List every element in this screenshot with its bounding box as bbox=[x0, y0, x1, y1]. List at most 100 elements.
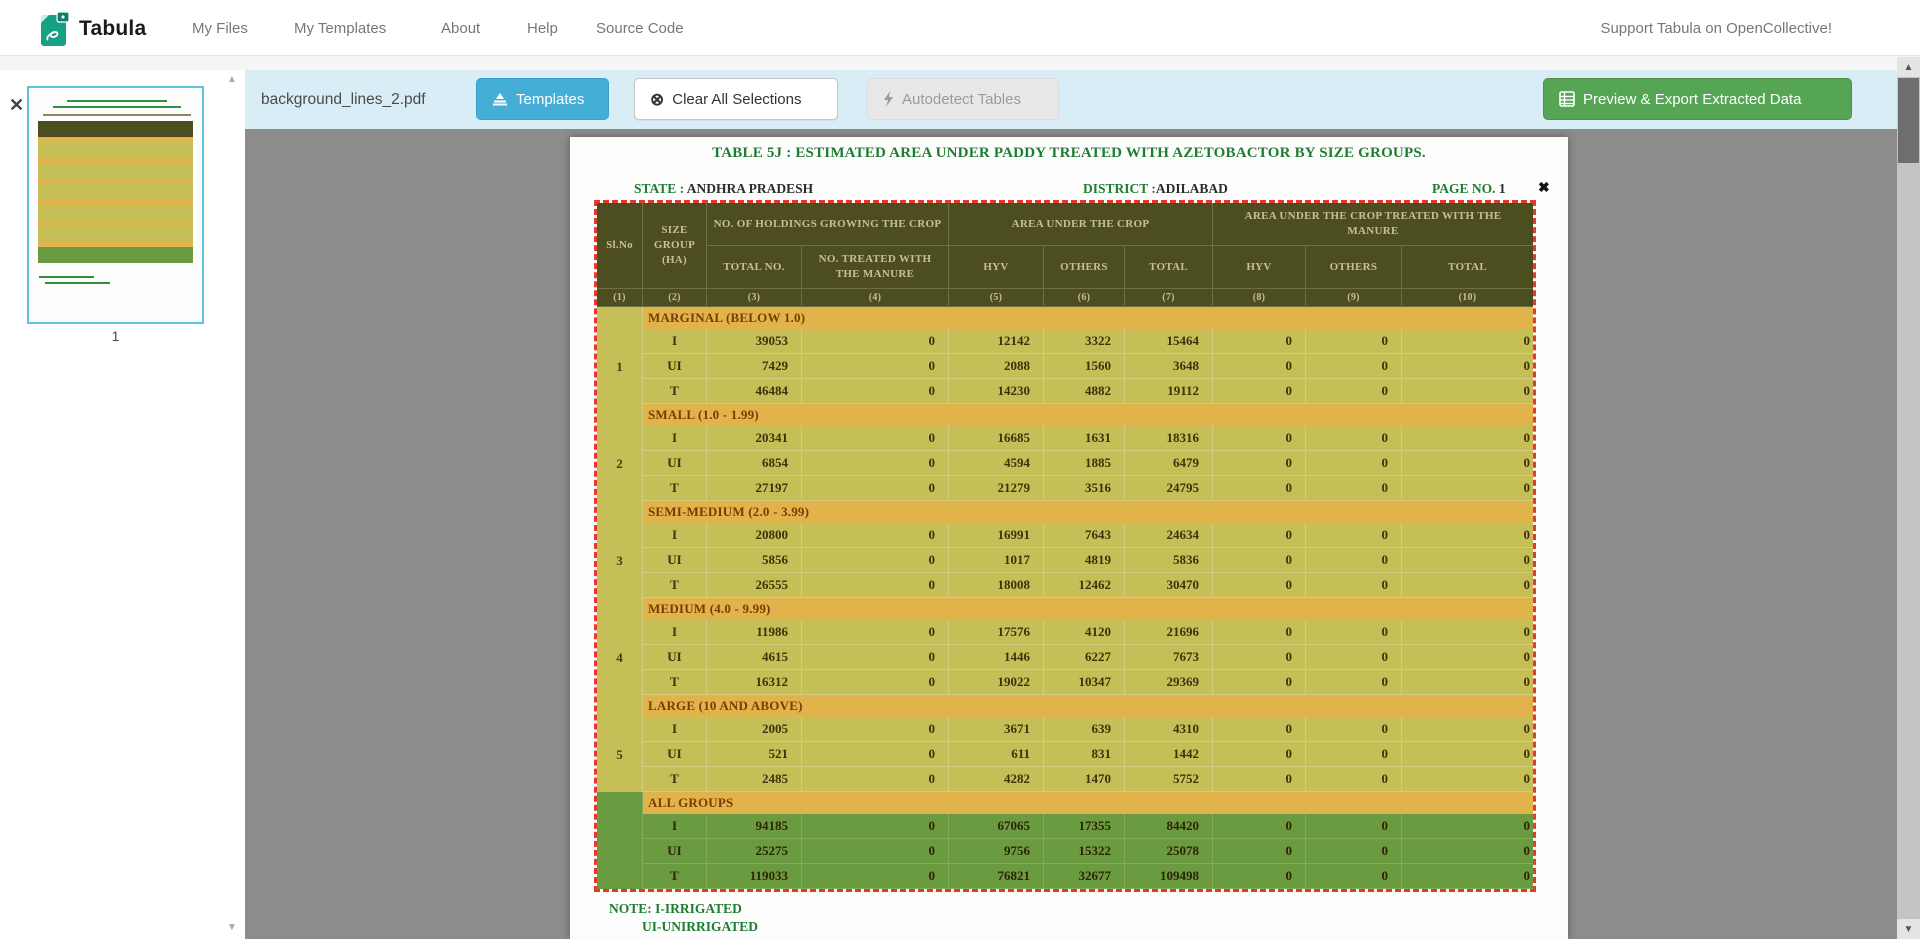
value-cell: 0 bbox=[1402, 354, 1533, 379]
value-cell: 0 bbox=[1402, 839, 1533, 864]
support-link[interactable]: Support Tabula on OpenCollective! bbox=[1600, 0, 1832, 56]
group-band: MEDIUM (4.0 - 9.99) bbox=[643, 598, 1533, 620]
value-cell: 0 bbox=[1213, 354, 1306, 379]
col-header-holdings: NO. OF HOLDINGS GROWING THE CROP bbox=[707, 203, 949, 246]
templates-button[interactable]: Templates bbox=[476, 78, 609, 120]
table-header: Sl.No SIZE GROUP (HA) NO. OF HOLDINGS GR… bbox=[597, 203, 1533, 307]
value-cell: 29369 bbox=[1125, 670, 1213, 695]
value-cell: 12142 bbox=[949, 329, 1044, 354]
value-cell: 521 bbox=[707, 742, 802, 767]
value-cell: 0 bbox=[1213, 839, 1306, 864]
col-number-5: (5) bbox=[949, 289, 1044, 307]
filename-label: background_lines_2.pdf bbox=[261, 70, 426, 129]
nav-item-help[interactable]: Help bbox=[527, 0, 558, 56]
nav-item-about[interactable]: About bbox=[441, 0, 480, 56]
group-band: SMALL (1.0 - 1.99) bbox=[643, 404, 1533, 426]
value-cell: 0 bbox=[802, 670, 949, 695]
value-cell: 0 bbox=[1306, 573, 1402, 598]
clear-all-selections-button[interactable]: ⊗ Clear All Selections bbox=[634, 78, 838, 120]
value-cell: 26555 bbox=[707, 573, 802, 598]
value-cell: 0 bbox=[802, 767, 949, 792]
sub-header-total-2: TOTAL bbox=[1402, 246, 1533, 289]
table-list-icon bbox=[1559, 91, 1575, 107]
templates-icon bbox=[492, 91, 508, 107]
thumb-meta-line bbox=[43, 114, 191, 116]
row-label-cell: UI bbox=[643, 742, 707, 767]
row-label-cell: I bbox=[643, 814, 707, 839]
page-thumbnail[interactable] bbox=[27, 86, 204, 324]
state-line: STATE : ANDHRA PRADESH bbox=[634, 181, 813, 197]
clear-button-label: Clear All Selections bbox=[672, 91, 801, 108]
pdf-viewport: TABLE 5J : ESTIMATED AREA UNDER PADDY TR… bbox=[245, 129, 1920, 939]
value-cell: 0 bbox=[1306, 620, 1402, 645]
value-cell: 19022 bbox=[949, 670, 1044, 695]
data-table: Sl.No SIZE GROUP (HA) NO. OF HOLDINGS GR… bbox=[597, 203, 1533, 889]
nav-item-source-code[interactable]: Source Code bbox=[596, 0, 684, 56]
value-cell: 0 bbox=[1306, 814, 1402, 839]
value-cell: 0 bbox=[1306, 354, 1402, 379]
value-cell: 0 bbox=[1213, 476, 1306, 501]
main-scrollbar[interactable]: ▲ ▼ bbox=[1897, 57, 1920, 939]
brand[interactable]: Tabula bbox=[40, 9, 146, 49]
band-corner-cell bbox=[597, 404, 643, 426]
sidebar-scroll-up-icon[interactable]: ▲ bbox=[227, 74, 237, 85]
col-header-area: AREA UNDER THE CROP bbox=[949, 203, 1213, 246]
value-cell: 0 bbox=[1213, 814, 1306, 839]
value-cell: 0 bbox=[1213, 379, 1306, 404]
tabula-logo-icon bbox=[40, 11, 70, 47]
value-cell: 0 bbox=[1402, 379, 1533, 404]
value-cell: 0 bbox=[1402, 426, 1533, 451]
value-cell: 0 bbox=[1213, 645, 1306, 670]
sub-header-others-2: OTHERS bbox=[1306, 246, 1402, 289]
band-corner-cell bbox=[597, 792, 643, 814]
value-cell: 0 bbox=[1402, 620, 1533, 645]
group-band: SEMI-MEDIUM (2.0 - 3.99) bbox=[643, 501, 1533, 523]
value-cell: 0 bbox=[1306, 329, 1402, 354]
col-number-1: (1) bbox=[597, 289, 643, 307]
value-cell: 16685 bbox=[949, 426, 1044, 451]
autodetect-button-label: Autodetect Tables bbox=[902, 91, 1021, 108]
value-cell: 0 bbox=[802, 645, 949, 670]
col-number-4: (4) bbox=[802, 289, 949, 307]
sub-header-hyv-1: HYV bbox=[949, 246, 1044, 289]
table-body: MARGINAL (BELOW 1.0)1I390530121423322154… bbox=[597, 307, 1533, 889]
nav-item-my-files[interactable]: My Files bbox=[192, 0, 248, 56]
pageno-value: 1 bbox=[1499, 181, 1506, 196]
value-cell: 5752 bbox=[1125, 767, 1213, 792]
nav-item-my-templates[interactable]: My Templates bbox=[294, 0, 386, 56]
value-cell: 0 bbox=[1402, 476, 1533, 501]
value-cell: 0 bbox=[1213, 767, 1306, 792]
value-cell: 6479 bbox=[1125, 451, 1213, 476]
col-header-area-treated: AREA UNDER THE CROP TREATED WITH THE MAN… bbox=[1213, 203, 1533, 246]
band-corner-cell bbox=[597, 501, 643, 523]
autodetect-tables-button[interactable]: Autodetect Tables bbox=[867, 78, 1059, 120]
scroll-up-icon[interactable]: ▲ bbox=[1897, 57, 1920, 77]
value-cell: 0 bbox=[1213, 717, 1306, 742]
value-cell: 32677 bbox=[1044, 864, 1125, 889]
remove-page-icon[interactable]: ✕ bbox=[9, 96, 24, 114]
value-cell: 0 bbox=[802, 476, 949, 501]
value-cell: 16312 bbox=[707, 670, 802, 695]
pageno-line: PAGE NO. 1 bbox=[1432, 181, 1506, 197]
col-number-6: (6) bbox=[1044, 289, 1125, 307]
value-cell: 21696 bbox=[1125, 620, 1213, 645]
row-label-cell: I bbox=[643, 620, 707, 645]
group-band: MARGINAL (BELOW 1.0) bbox=[643, 307, 1533, 329]
sidebar-scroll-down-icon[interactable]: ▼ bbox=[227, 922, 237, 933]
band-corner-cell bbox=[597, 307, 643, 329]
thumb-note-line-2 bbox=[45, 282, 110, 284]
col-number-2: (2) bbox=[643, 289, 707, 307]
thumb-title-line bbox=[67, 100, 167, 102]
scrollbar-thumb[interactable] bbox=[1898, 78, 1919, 163]
preview-export-button[interactable]: Preview & Export Extracted Data bbox=[1543, 78, 1852, 120]
value-cell: 3322 bbox=[1044, 329, 1125, 354]
value-cell: 7429 bbox=[707, 354, 802, 379]
scroll-down-icon[interactable]: ▼ bbox=[1897, 919, 1920, 939]
band-corner-cell bbox=[597, 598, 643, 620]
value-cell: 15464 bbox=[1125, 329, 1213, 354]
export-button-label: Preview & Export Extracted Data bbox=[1583, 91, 1801, 108]
sub-header-others-1: OTHERS bbox=[1044, 246, 1125, 289]
close-selection-icon[interactable]: ✖ bbox=[1538, 179, 1550, 196]
value-cell: 0 bbox=[802, 814, 949, 839]
value-cell: 611 bbox=[949, 742, 1044, 767]
